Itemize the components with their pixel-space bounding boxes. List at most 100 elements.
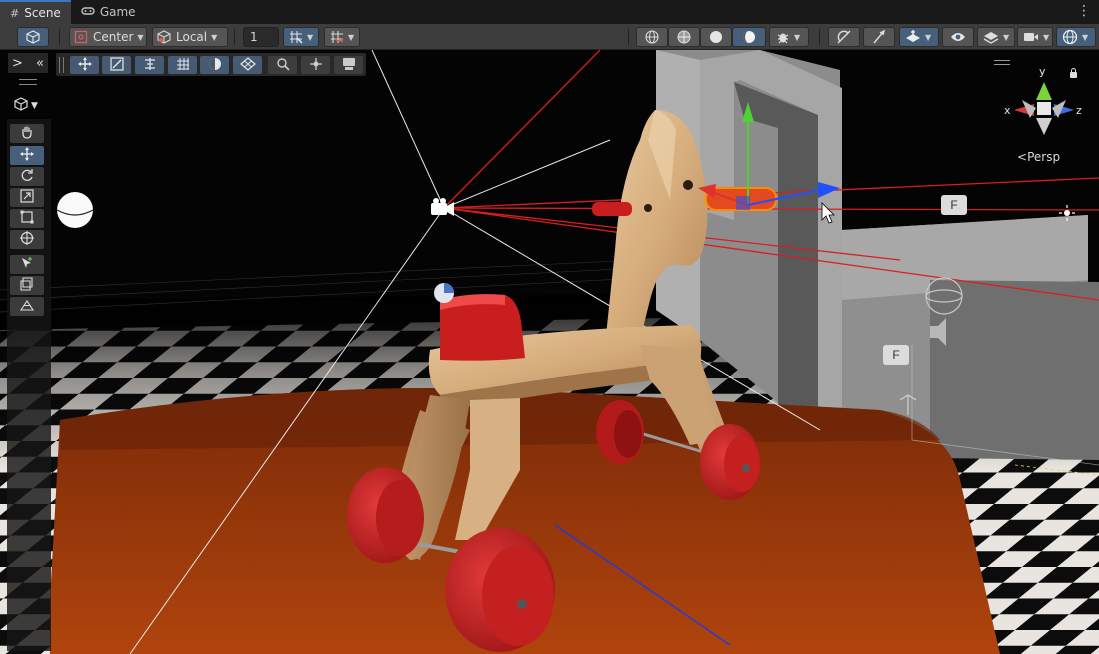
- grid-visibility-button[interactable]: [168, 56, 197, 74]
- rect-transform-icon: [109, 56, 124, 74]
- tab-scene-label: Scene: [24, 6, 61, 20]
- pivot-rotation-label: Local: [176, 30, 208, 44]
- move-tool-button[interactable]: [10, 146, 44, 165]
- expand-overlays-icon[interactable]: >: [12, 56, 23, 71]
- navmesh-icon: [239, 56, 256, 74]
- pivot-mode-label: Center: [93, 30, 134, 44]
- move-arrows-icon: [77, 56, 93, 74]
- wireframe-sphere-icon: [645, 30, 659, 44]
- pivot-rotation-dropdown[interactable]: Local ▼: [152, 27, 228, 47]
- lighting-off-icon: [836, 30, 852, 44]
- chevron-down-icon: ▼: [1082, 32, 1089, 42]
- tab-game[interactable]: Game: [71, 0, 146, 24]
- half-sphere-icon: [208, 57, 222, 74]
- chevron-down-icon: ▼: [31, 100, 38, 111]
- navmesh-tool-button[interactable]: [10, 297, 44, 316]
- align-icon: [143, 57, 157, 74]
- camera-preview-icon: [341, 57, 357, 74]
- projection-label: Persp: [1027, 150, 1061, 164]
- view-mode-dropdown[interactable]: ▼: [14, 97, 38, 114]
- grid-icon: [176, 57, 190, 74]
- pivot-snap-button[interactable]: [301, 56, 330, 74]
- crosshair-icon: [309, 57, 323, 74]
- layers-icon: [983, 30, 999, 44]
- mesh-icon: [19, 298, 35, 315]
- scale-tool-button[interactable]: [10, 188, 44, 207]
- scene-visibility-button[interactable]: [942, 27, 974, 47]
- toggle-audio-button[interactable]: [863, 27, 895, 47]
- gizmo-drag-handle[interactable]: [994, 60, 1010, 65]
- move-snap-button[interactable]: [70, 56, 99, 74]
- camera-settings-dropdown[interactable]: ▼: [1017, 27, 1053, 47]
- scene-viewport[interactable]: > « ▼ y x z <Persp F F: [0, 50, 1099, 654]
- 2d-3d-toggle-button[interactable]: [17, 27, 49, 47]
- gizmos-dropdown[interactable]: ▼: [1056, 27, 1096, 47]
- tab-game-label: Game: [99, 5, 136, 19]
- hand-icon: [20, 125, 34, 142]
- effects-layers-icon: [905, 30, 921, 44]
- shaded-wire-sphere-icon: [677, 30, 691, 44]
- projection-toggle[interactable]: <Persp: [1017, 150, 1060, 164]
- shaded-wireframe-button[interactable]: [668, 27, 700, 47]
- overlay-drag-handle[interactable]: [59, 57, 64, 73]
- grid-icon: #: [10, 6, 20, 20]
- align-button[interactable]: [135, 56, 164, 74]
- rect-transform-icon: [20, 210, 34, 227]
- eye-icon: [950, 31, 966, 43]
- gizmo-z-label[interactable]: z: [1076, 104, 1082, 117]
- wireframe-shading-button[interactable]: [636, 27, 668, 47]
- scene-render: [0, 50, 1099, 654]
- scene-search-button[interactable]: [268, 56, 297, 74]
- lighting-preview-button[interactable]: [200, 56, 229, 74]
- box-collider-icon: [20, 277, 34, 294]
- unlit-shading-button[interactable]: [700, 27, 732, 47]
- focus-key-label: F: [941, 195, 967, 215]
- local-cube-icon: [157, 30, 171, 44]
- gizmo-x-label[interactable]: x: [1004, 104, 1011, 117]
- tools-overlay-grip[interactable]: [19, 79, 37, 85]
- tab-bar: # Scene Game ⋮: [0, 0, 1099, 24]
- chevron-down-icon: ▼: [925, 32, 932, 42]
- camera-icon: [1023, 31, 1039, 43]
- rotate-tool-button[interactable]: [10, 167, 44, 186]
- overlay-collapse-toggle[interactable]: > «: [8, 53, 48, 73]
- custom-tool-button[interactable]: [10, 255, 44, 274]
- audio-off-icon: [871, 30, 887, 44]
- unlit-sphere-icon: [709, 30, 723, 44]
- rect-tool-button[interactable]: [10, 209, 44, 228]
- collapse-overlays-icon[interactable]: «: [36, 56, 44, 71]
- pivot-icon: [74, 30, 88, 44]
- lit-sphere-icon: [742, 30, 756, 44]
- chevron-down-icon: ▼: [1043, 32, 1050, 42]
- toggle-2d-lighting-button[interactable]: [828, 27, 860, 47]
- gamepad-icon: [81, 6, 95, 19]
- pivot-mode-dropdown[interactable]: Center ▼: [69, 27, 147, 47]
- grid-snapping-button[interactable]: ▼: [283, 27, 319, 47]
- lit-shading-button[interactable]: [732, 27, 766, 47]
- chevron-down-icon: ▼: [1003, 32, 1010, 42]
- tab-scene[interactable]: # Scene: [0, 0, 71, 24]
- bug-icon: [776, 30, 790, 44]
- scene-toolbar: Center ▼ Local ▼ 1 ▼ ▼ ▼ ▼ ▼ ▼ ▼: [0, 24, 1099, 50]
- navmesh-button[interactable]: [233, 56, 262, 74]
- layers-dropdown[interactable]: ▼: [977, 27, 1015, 47]
- focus-key-label: F: [883, 345, 909, 365]
- perspective-icon: <: [1017, 150, 1028, 164]
- transform-icon: [20, 231, 34, 248]
- rotate-snap-button[interactable]: [102, 56, 131, 74]
- chevron-down-icon: ▼: [307, 32, 314, 42]
- view-tool-button[interactable]: [10, 124, 44, 143]
- transform-tool-button[interactable]: [10, 230, 44, 249]
- more-menu-icon[interactable]: ⋮: [1077, 4, 1091, 18]
- camera-overlay-button[interactable]: [334, 56, 363, 74]
- component-tool-button[interactable]: [10, 276, 44, 295]
- scale-icon: [20, 189, 34, 206]
- debug-draw-mode-dropdown[interactable]: ▼: [769, 27, 809, 47]
- chevron-down-icon: ▼: [348, 32, 355, 42]
- incremental-snapping-button[interactable]: ▼: [324, 27, 360, 47]
- gizmo-y-label[interactable]: y: [1039, 65, 1046, 78]
- grid-snap-increment-field[interactable]: 1: [243, 27, 279, 47]
- cube-icon: [14, 97, 28, 114]
- effects-dropdown[interactable]: ▼: [899, 27, 939, 47]
- lock-icon[interactable]: [1070, 68, 1077, 78]
